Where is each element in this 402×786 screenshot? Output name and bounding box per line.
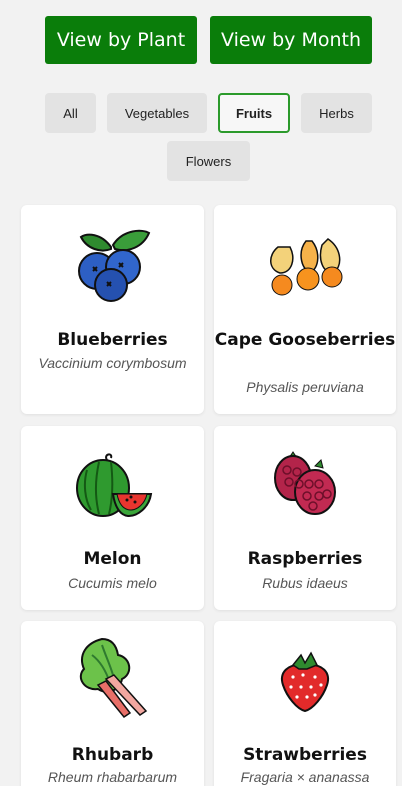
melon-icon (75, 453, 152, 518)
filter-all[interactable]: All (45, 93, 96, 133)
plant-name: Melon (83, 549, 142, 569)
plant-name: Cape Gooseberries (214, 330, 396, 350)
filter-vegetables[interactable]: Vegetables (107, 93, 207, 133)
plant-card-rhubarb[interactable]: Rhubarb Rheum rhabarbarum (21, 621, 204, 786)
plant-card-raspberries[interactable]: Raspberries Rubus idaeus (214, 426, 396, 610)
plant-latin-name: Vaccinium corymbosum (38, 355, 187, 371)
plant-card-blueberries[interactable]: Blueberries Vaccinium corymbosum (21, 205, 204, 414)
plant-card-cape-gooseberries[interactable]: Cape Gooseberries Physalis peruviana (214, 205, 396, 414)
plant-name: Raspberries (247, 549, 363, 569)
view-by-month-button[interactable]: View by Month (210, 16, 372, 64)
filter-flowers[interactable]: Flowers (167, 141, 250, 181)
raspberries-icon (274, 451, 336, 515)
plant-card-melon[interactable]: Melon Cucumis melo (21, 426, 204, 610)
plant-latin-name: Rubus idaeus (262, 575, 348, 591)
plant-name: Blueberries (57, 330, 168, 350)
plant-latin-name: Fragaria × ananassa (240, 769, 370, 785)
plant-latin-name: Cucumis melo (68, 575, 157, 591)
filter-herbs[interactable]: Herbs (301, 93, 372, 133)
blueberries-icon (77, 229, 150, 302)
plant-name: Strawberries (243, 745, 367, 765)
filter-fruits[interactable]: Fruits (218, 93, 290, 133)
plant-latin-name: Rheum rhabarbarum (47, 769, 178, 785)
cape-gooseberries-icon (270, 238, 343, 296)
plant-latin-name: Physalis peruviana (246, 379, 364, 395)
view-by-plant-button[interactable]: View by Plant (45, 16, 197, 64)
plant-name: Rhubarb (71, 745, 154, 765)
strawberries-icon (281, 651, 329, 713)
rhubarb-icon (79, 637, 147, 719)
plant-card-strawberries[interactable]: Strawberries Fragaria × ananassa (214, 621, 396, 786)
